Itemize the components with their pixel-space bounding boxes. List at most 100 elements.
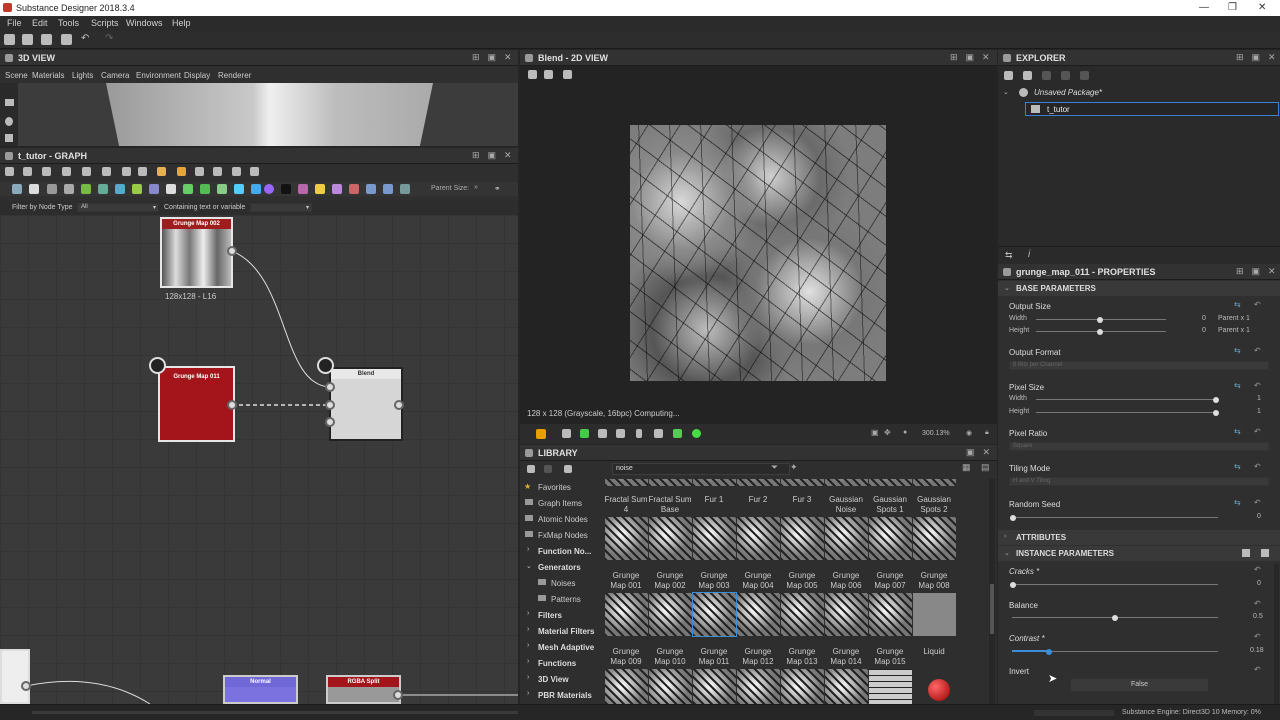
output-port[interactable] xyxy=(393,690,403,700)
library-item-label[interactable]: Fractal Sum Base xyxy=(648,495,692,515)
chevron-down-icon[interactable]: ⌄ xyxy=(1003,88,1009,96)
restore-icon[interactable]: ❐ xyxy=(1228,2,1237,13)
panel-controls[interactable]: ⊞▣✕ xyxy=(472,52,520,63)
menu-scripts[interactable]: Scripts xyxy=(91,18,119,28)
chevron-right-icon[interactable]: › xyxy=(527,658,529,665)
chevron-down-icon[interactable]: ⌄ xyxy=(526,562,532,570)
reset-icon[interactable]: ↶ xyxy=(1254,498,1261,507)
curve-node-icon[interactable] xyxy=(98,184,108,194)
tiling-icon[interactable] xyxy=(616,429,625,438)
gradient-node-icon[interactable] xyxy=(183,184,193,194)
library-item-label[interactable]: Grunge Map 008 xyxy=(912,571,956,591)
reset-icon[interactable]: ↶ xyxy=(1254,565,1261,574)
library-item-label[interactable]: Liquid xyxy=(912,647,956,657)
library-thumbnail[interactable] xyxy=(928,679,950,701)
library-thumbnail[interactable] xyxy=(781,517,824,560)
library-item-label[interactable]: Grunge Map 002 xyxy=(648,571,692,591)
link-icon[interactable] xyxy=(195,167,204,176)
info-icon[interactable]: i xyxy=(1028,249,1030,260)
graph-canvas[interactable]: Grunge Map 002 128x128 - L16 Grunge Map … xyxy=(0,215,518,704)
explorer-package[interactable]: Unsaved Package* xyxy=(1034,88,1102,97)
library-item-label[interactable]: Gaussian Noise xyxy=(824,495,868,515)
sharpen-node-icon[interactable] xyxy=(281,184,291,194)
reset-icon[interactable]: ↶ xyxy=(1254,346,1261,355)
info-icon[interactable] xyxy=(62,167,71,176)
lib-cat-fxmap-nodes[interactable]: FxMap Nodes xyxy=(538,531,588,540)
reset-icon[interactable]: ↶ xyxy=(1254,300,1261,309)
lib-cat-favorites[interactable]: Favorites xyxy=(538,483,571,492)
grid-icon[interactable] xyxy=(598,429,607,438)
tool-icon[interactable] xyxy=(213,167,222,176)
warp-node-icon[interactable] xyxy=(349,184,359,194)
library-thumbnail[interactable] xyxy=(869,479,912,486)
output-port[interactable] xyxy=(394,400,404,410)
info-icon[interactable] xyxy=(636,429,642,438)
menu-edit[interactable]: Edit xyxy=(32,18,48,28)
reset-icon[interactable]: ↶ xyxy=(1254,427,1261,436)
lib-cat-function-nodes[interactable]: Function No... xyxy=(538,547,591,556)
channel-node-icon[interactable] xyxy=(81,184,91,194)
pixel-height-knob[interactable] xyxy=(1213,410,1219,416)
library-thumbnail[interactable] xyxy=(692,592,737,637)
open-icon[interactable] xyxy=(41,34,52,45)
graph-hscroll[interactable] xyxy=(32,711,518,714)
blur-node-icon[interactable] xyxy=(64,184,74,194)
input-port[interactable] xyxy=(325,382,335,392)
refresh-icon[interactable] xyxy=(544,465,552,473)
pixel-width-slider[interactable] xyxy=(1036,399,1218,400)
view-2d-viewport[interactable]: 128 x 128 (Grayscale, 16bpc) Computing..… xyxy=(520,66,997,424)
emboss-node-icon[interactable] xyxy=(149,184,159,194)
input-node-icon[interactable] xyxy=(366,184,376,194)
link-icon[interactable]: ⇆ xyxy=(1234,498,1241,507)
library-item-label[interactable]: Grunge Map 001 xyxy=(604,571,648,591)
library-thumbnail[interactable] xyxy=(913,479,956,486)
width-value[interactable]: 0 xyxy=(1202,315,1206,322)
pixel-processor-icon[interactable] xyxy=(264,184,274,194)
menu-display[interactable]: Display xyxy=(184,71,210,80)
link-icon[interactable]: ⇆ xyxy=(1234,300,1241,309)
close-icon[interactable]: ✕ xyxy=(1258,2,1266,13)
list-view-icon[interactable]: ▤ xyxy=(981,462,990,473)
filter-icon[interactable]: ⏷ xyxy=(771,462,778,473)
target-icon[interactable]: ◉ xyxy=(966,429,972,437)
layers-icon[interactable] xyxy=(536,429,546,439)
node-grunge-map-011[interactable]: Grunge Map 011 xyxy=(158,366,235,442)
lib-cat-patterns[interactable]: Patterns xyxy=(551,595,581,604)
library-item-label[interactable]: Grunge Map 009 xyxy=(604,647,648,667)
settings-icon[interactable] xyxy=(5,134,13,142)
link-icon[interactable] xyxy=(1061,71,1070,80)
frame-icon[interactable] xyxy=(23,167,32,176)
new-graph-icon[interactable] xyxy=(1004,71,1013,80)
height-value[interactable]: 0 xyxy=(1202,327,1206,334)
panel-controls[interactable]: ⊞▣✕ xyxy=(1236,266,1280,277)
panel-controls[interactable]: ⊞▣✕ xyxy=(1236,52,1280,63)
reset-icon[interactable]: ↶ xyxy=(1254,632,1261,641)
cracks-slider[interactable] xyxy=(1012,584,1218,585)
menu-environment[interactable]: Environment xyxy=(136,71,181,80)
bitmap-node-icon[interactable] xyxy=(12,184,22,194)
section-attributes[interactable]: › ATTRIBUTES xyxy=(998,530,1280,545)
light-icon[interactable] xyxy=(5,117,13,126)
library-thumbnail[interactable] xyxy=(693,479,736,486)
pixel-width-knob[interactable] xyxy=(1213,397,1219,403)
export-icon[interactable] xyxy=(250,167,259,176)
section-instance-parameters[interactable]: ⌄ INSTANCE PARAMETERS xyxy=(998,546,1280,561)
library-item-label[interactable]: Gaussian Spots 2 xyxy=(912,495,956,515)
library-item-label[interactable]: Grunge Map 006 xyxy=(824,571,868,591)
menu-help[interactable]: Help xyxy=(172,18,191,28)
import-icon[interactable] xyxy=(1042,71,1051,80)
panel-controls[interactable]: ▣✕ xyxy=(966,447,998,458)
library-item-label[interactable]: Grunge Map 007 xyxy=(868,571,912,591)
reset-icon[interactable]: ↶ xyxy=(1254,599,1261,608)
undo-icon[interactable]: ↶ xyxy=(81,33,89,44)
input-port[interactable] xyxy=(325,417,335,427)
menu-windows[interactable]: Windows xyxy=(126,18,163,28)
library-thumbnail[interactable] xyxy=(781,593,824,636)
view-3d-viewport[interactable] xyxy=(18,83,518,146)
library-thumbnail[interactable] xyxy=(693,517,736,560)
output-node-icon[interactable] xyxy=(383,184,393,194)
explorer-item-selected[interactable]: t_tutor xyxy=(1025,102,1279,116)
output-port[interactable] xyxy=(227,246,237,256)
edit-icon[interactable] xyxy=(564,465,572,473)
preset-menu-icon[interactable] xyxy=(1261,549,1269,557)
